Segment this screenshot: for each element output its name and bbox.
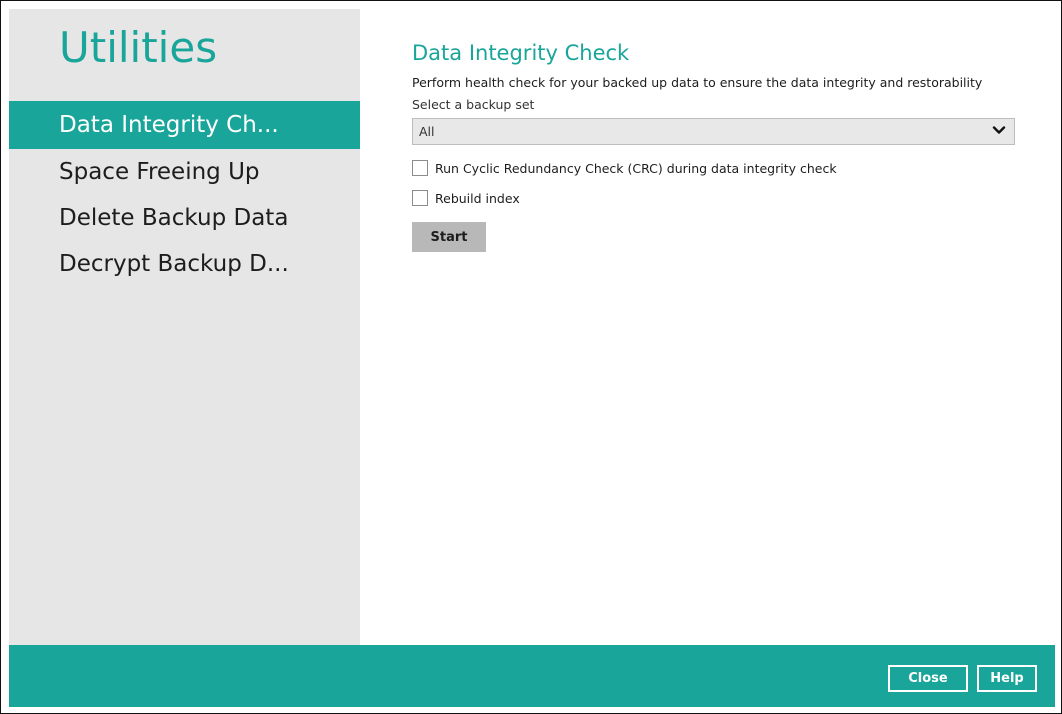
backup-set-label: Select a backup set (412, 97, 535, 112)
crc-checkbox[interactable] (412, 160, 428, 176)
help-button[interactable]: Help (977, 665, 1037, 692)
sidebar-item-delete-backup-data[interactable]: Delete Backup Data (9, 195, 360, 241)
sidebar-item-space-freeing-up[interactable]: Space Freeing Up (9, 149, 360, 195)
footer-bar: Close Help (9, 645, 1055, 707)
rebuild-index-option[interactable]: Rebuild index (412, 189, 1032, 207)
rebuild-index-checkbox[interactable] (412, 190, 428, 206)
page-description: Perform health check for your backed up … (412, 75, 983, 90)
chevron-down-icon (992, 126, 1006, 134)
sidebar-item-data-integrity-check[interactable]: Data Integrity Ch... (9, 101, 360, 149)
start-button[interactable]: Start (412, 222, 486, 252)
sidebar: Utilities Data Integrity Ch... Space Fre… (9, 9, 360, 645)
sidebar-nav: Data Integrity Ch... Space Freeing Up De… (9, 101, 360, 287)
utilities-window: Utilities Data Integrity Ch... Space Fre… (0, 0, 1062, 714)
sidebar-item-decrypt-backup-data[interactable]: Decrypt Backup D... (9, 241, 360, 287)
sidebar-title: Utilities (59, 23, 218, 72)
main-panel: Data Integrity Check Perform health chec… (412, 9, 1032, 252)
backup-set-select[interactable]: All (412, 118, 1015, 145)
crc-label: Run Cyclic Redundancy Check (CRC) during… (435, 160, 837, 176)
crc-option[interactable]: Run Cyclic Redundancy Check (CRC) during… (412, 159, 1032, 177)
close-button[interactable]: Close (888, 665, 968, 692)
rebuild-index-label: Rebuild index (435, 190, 520, 206)
backup-set-value: All (419, 124, 435, 139)
page-title: Data Integrity Check (412, 41, 630, 65)
